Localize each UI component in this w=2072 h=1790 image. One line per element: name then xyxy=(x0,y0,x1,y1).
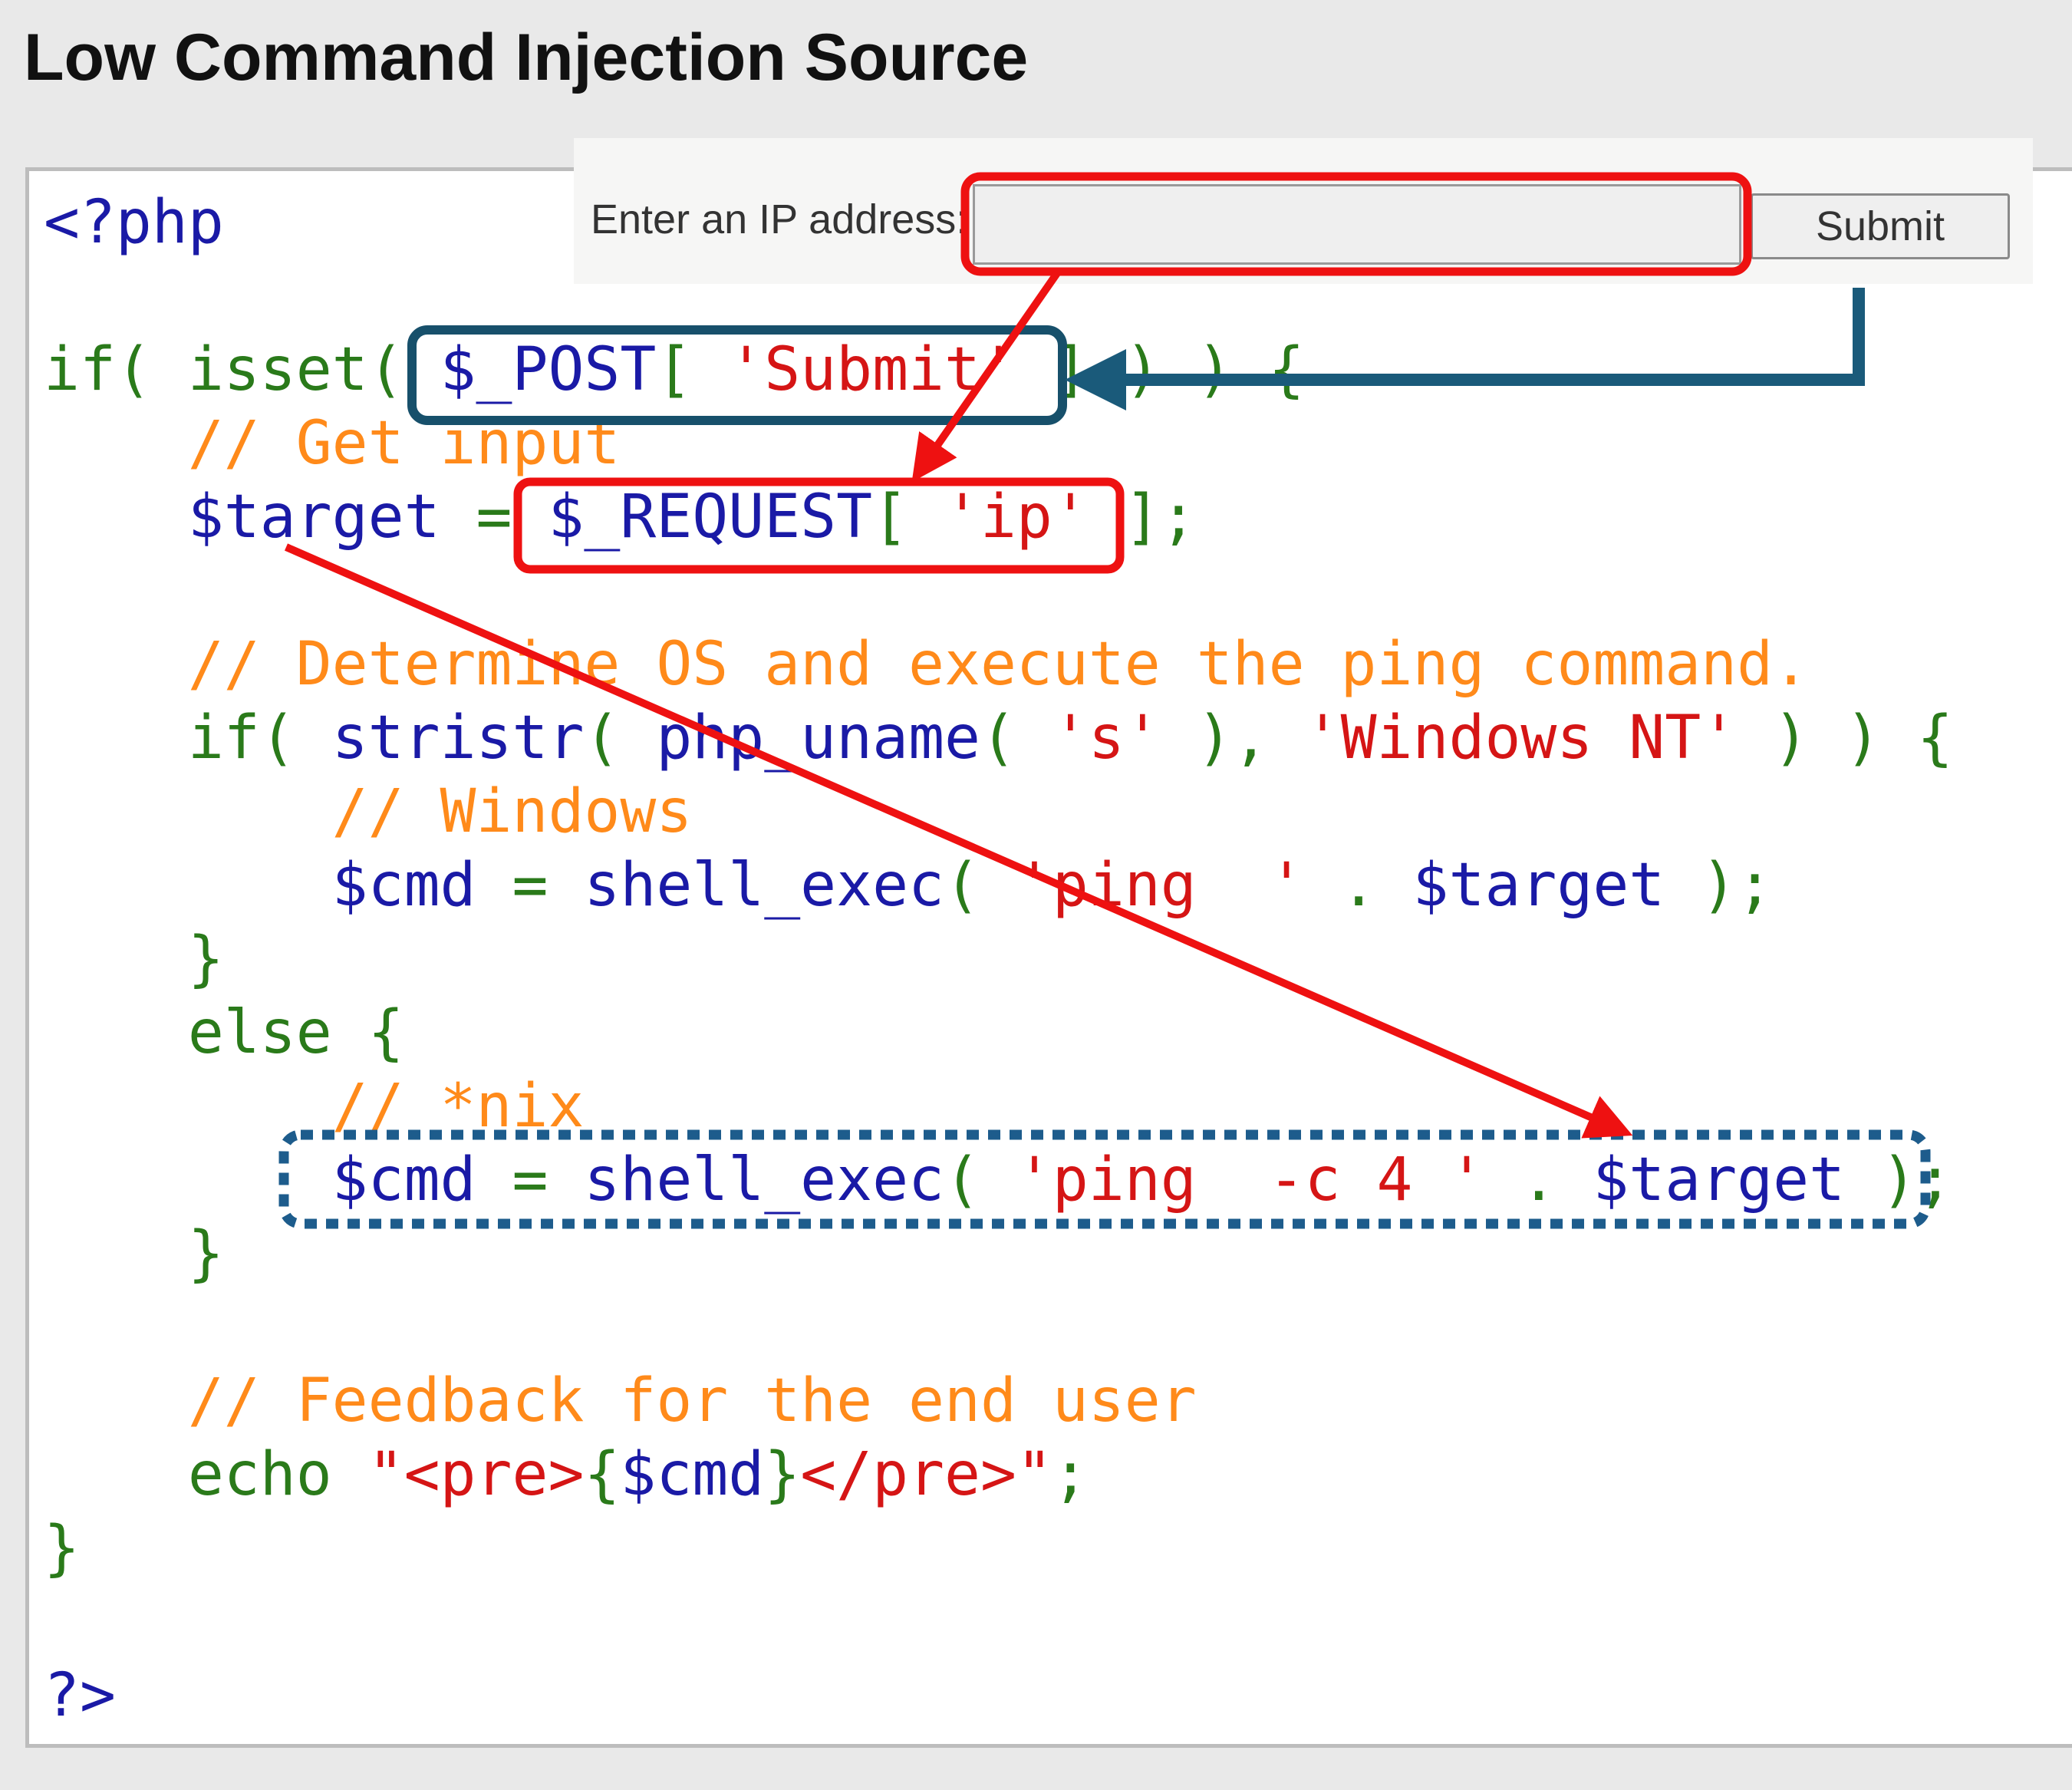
annotation-overlay xyxy=(278,172,1931,1229)
target-to-shell-exec-arrow xyxy=(284,543,1633,1139)
nix-shell-exec-highlight-box xyxy=(278,1129,1931,1229)
request-ip-highlight-box xyxy=(513,477,1125,574)
submit-to-post-arrow xyxy=(1065,288,1865,410)
input-to-request-arrow xyxy=(911,271,1061,483)
ip-input-highlight-box xyxy=(960,172,1752,276)
